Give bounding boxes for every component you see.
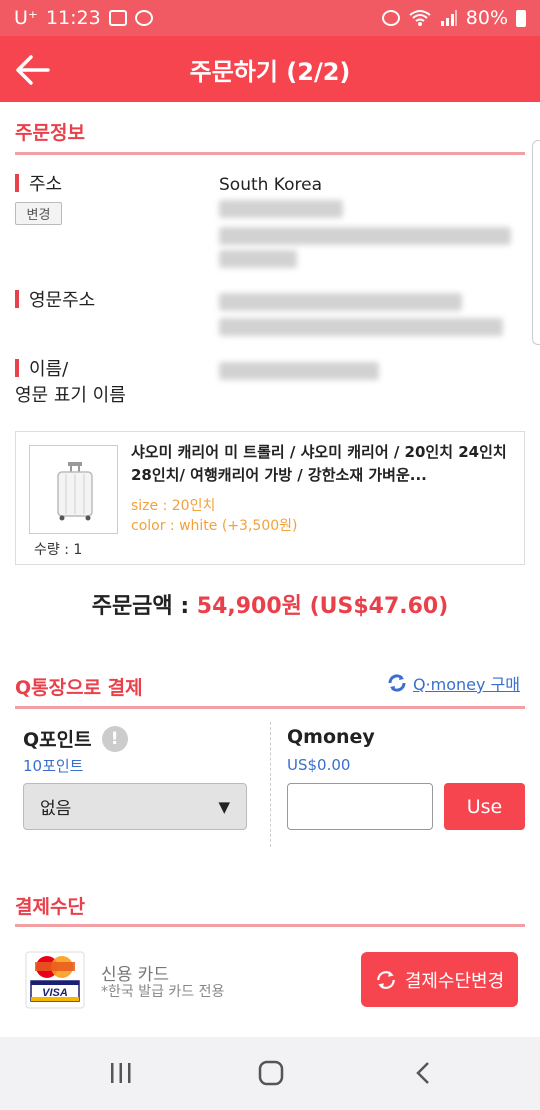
qpoint-balance: 10포인트 — [23, 757, 84, 775]
blurred-address-line-1 — [219, 200, 343, 218]
credit-card-logo-icon: VISA — [25, 951, 85, 1009]
product-card[interactable]: 수량 : 1 샤오미 캐리어 미 트롤리 / 샤오미 캐리어 / 20인치 24… — [15, 431, 525, 565]
label-marker — [15, 359, 19, 377]
qpoint-title-text: Q포인트 — [23, 729, 92, 751]
column-divider — [270, 722, 271, 847]
change-payment-button-label[interactable]: 결제수단변경 — [405, 967, 504, 993]
back-nav-icon[interactable] — [405, 1057, 441, 1089]
gallery-notification-icon — [108, 10, 127, 26]
refresh-icon — [388, 674, 406, 692]
address-change-button[interactable]: 변경 — [15, 202, 62, 225]
info-icon[interactable]: ! — [101, 725, 128, 752]
change-payment-button[interactable]: 결제수단변경 — [361, 952, 518, 1007]
blurred-address-line-2 — [219, 227, 511, 245]
product-size: size : 20인치 — [131, 498, 216, 514]
product-quantity: 수량 : 1 — [34, 542, 83, 558]
home-icon[interactable] — [253, 1057, 289, 1089]
name-label-line1: 이름/ — [29, 359, 69, 380]
page-title: 주문하기 (2/2) — [189, 57, 351, 86]
qmoney-balance: US$0.00 — [287, 756, 351, 774]
qpoint-select-value: 없음 — [40, 799, 72, 819]
wifi-icon — [409, 10, 431, 26]
battery-icon — [516, 9, 526, 27]
recent-apps-icon[interactable] — [103, 1057, 139, 1089]
qmoney-title: Qmoney — [287, 726, 375, 748]
address-label: 주소 — [15, 172, 62, 198]
back-arrow-icon[interactable] — [12, 50, 52, 90]
name-label: 이름/ 영문 표기 이름 — [15, 357, 126, 409]
dropdown-arrow-icon: ▼ — [218, 797, 230, 816]
order-total-price: 54,900원 (US$47.60) — [196, 594, 449, 619]
order-total: 주문금액 : 54,900원 (US$47.60) — [0, 588, 540, 620]
qpoint-title: Q포인트 ! — [23, 725, 128, 752]
order-info-section-title: 주문정보 — [15, 122, 85, 144]
section-divider — [15, 706, 525, 709]
payment-section-title: 결제수단 — [15, 896, 85, 918]
name-label-line2: 영문 표기 이름 — [15, 385, 126, 406]
qmoney-amount-input[interactable] — [287, 783, 433, 830]
blurred-address-line-3 — [219, 250, 297, 268]
app-header: 주문하기 (2/2) — [0, 36, 540, 102]
qpay-section-title: Q통장으로 결제 — [15, 677, 143, 699]
english-address-label-text: 영문주소 — [29, 290, 96, 311]
card-note: *한국 발급 카드 전용 — [101, 984, 225, 1000]
section-divider — [15, 152, 525, 155]
battery-percent: 80% — [465, 7, 508, 29]
app-notification-icon — [134, 10, 153, 26]
carrier-label: U⁺ — [14, 7, 38, 29]
address-label-text: 주소 — [29, 174, 63, 195]
section-divider — [15, 924, 525, 927]
english-address-label: 영문주소 — [15, 288, 95, 314]
blurred-english-address-line-1 — [219, 293, 462, 311]
alarm-icon — [381, 10, 400, 26]
system-navigation-bar — [0, 1037, 540, 1110]
label-marker — [15, 174, 19, 192]
product-color: color : white (+3,500원) — [131, 518, 298, 534]
address-country: South Korea — [219, 175, 323, 195]
suitcase-icon — [57, 462, 93, 521]
label-marker — [15, 290, 19, 308]
blurred-name — [219, 362, 379, 380]
order-total-label: 주문금액 : — [91, 594, 197, 619]
product-name[interactable]: 샤오미 캐리어 미 트롤리 / 샤오미 캐리어 / 20인치 24인치 28인치… — [131, 441, 511, 487]
status-bar: U⁺ 11:23 80% — [0, 0, 540, 36]
side-scroll-edge — [532, 140, 540, 345]
qmoney-purchase-link[interactable]: Q·money 구매 — [387, 671, 520, 695]
signal-icon — [440, 10, 457, 26]
qmoney-purchase-link-text[interactable]: Q·money 구매 — [413, 671, 520, 695]
product-image[interactable] — [29, 445, 118, 534]
refresh-icon — [377, 970, 395, 989]
clock: 11:23 — [45, 7, 101, 29]
svg-text:VISA: VISA — [42, 987, 68, 999]
qmoney-use-button[interactable]: Use — [444, 783, 525, 830]
blurred-english-address-line-2 — [219, 318, 503, 336]
qpoint-select[interactable]: 없음 ▼ — [23, 783, 247, 830]
